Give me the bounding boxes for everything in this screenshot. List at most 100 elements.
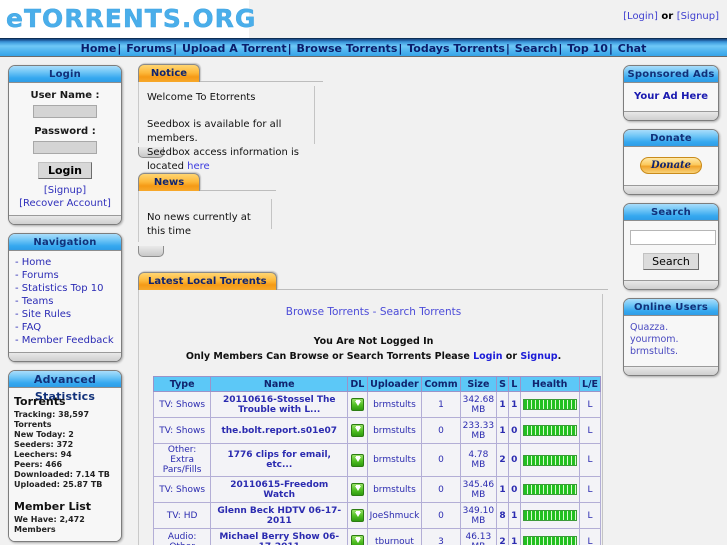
cell-name[interactable]: 20110615-Freedom Watch (210, 476, 349, 503)
table-row[interactable]: TV: Shows 20110616-Stossel The Trouble w… (152, 391, 602, 418)
nav-item-browse-torrents[interactable]: Browse Torrents (296, 42, 397, 55)
cell-health (519, 528, 580, 545)
ad-placeholder-text[interactable]: Your Ad Here (624, 83, 718, 111)
col-header-le[interactable]: L/E (578, 376, 602, 392)
members-login-link[interactable]: Login (473, 351, 502, 362)
notice-panel-tab[interactable]: Notice (138, 64, 200, 82)
cell-uploader[interactable]: JoeShmuck (366, 502, 423, 529)
cell-name[interactable]: Michael Berry Show 06-17-2011 (210, 528, 349, 545)
stats-member-heading: Member List (14, 500, 92, 513)
cell-dl[interactable] (347, 476, 368, 503)
cell-dl[interactable] (347, 417, 368, 444)
cell-uploader[interactable]: brmstults (366, 476, 423, 503)
members-message-mid: or (502, 351, 521, 362)
online-user-brmstults[interactable]: brmstults. (630, 346, 678, 357)
login-submit-button[interactable]: Login (37, 162, 93, 179)
cell-seeders: 1 (496, 476, 509, 503)
col-header-seeders[interactable]: S (496, 376, 509, 392)
cell-health (519, 443, 580, 477)
table-row[interactable]: TV: HD Glenn Beck HDTV 06-17-2011 JoeShm… (152, 502, 602, 529)
not-logged-in-message: You Are Not Logged In (313, 336, 434, 347)
cell-dl[interactable] (347, 502, 368, 529)
latest-torrents-tab[interactable]: Latest Local Torrents (138, 272, 277, 290)
cell-dl[interactable] (347, 391, 368, 418)
sidebar-item-site-rules[interactable]: - Site Rules (15, 308, 117, 321)
sidebar-item-member-feedback[interactable]: - Member Feedback (15, 334, 117, 347)
col-header-type[interactable]: Type (152, 376, 212, 392)
main-column: Notice Welcome To Etorrents Seedbox is a… (130, 57, 615, 545)
cell-name[interactable]: 20110616-Stossel The Trouble with L... (210, 391, 349, 418)
cell-le: L (578, 391, 602, 418)
download-icon[interactable] (350, 483, 364, 496)
table-row[interactable]: TV: Shows the.bolt.report.s01e07 brmstul… (152, 417, 602, 444)
cell-name[interactable]: 1776 clips for email, etc... (210, 443, 349, 477)
nav-item-chat[interactable]: Chat (618, 42, 647, 55)
cell-uploader[interactable]: brmstults (366, 443, 423, 477)
cell-uploader[interactable]: brmstults (366, 391, 423, 418)
sidebar-item-faq[interactable]: - FAQ (15, 321, 117, 334)
col-header-uploader[interactable]: Uploader (366, 376, 423, 392)
signup-link[interactable]: [Signup] (677, 11, 719, 22)
nav-item-top-10[interactable]: Top 10 (567, 42, 608, 55)
cell-name[interactable]: the.bolt.report.s01e07 (210, 417, 349, 444)
cell-type[interactable]: Audio: Other (152, 528, 212, 545)
sidebar-item-statistics-top-10[interactable]: - Statistics Top 10 (15, 282, 117, 295)
browse-torrents-link[interactable]: Browse Torrents (286, 306, 370, 318)
search-input[interactable] (630, 230, 716, 245)
username-input[interactable] (33, 105, 97, 118)
download-icon[interactable] (350, 424, 364, 437)
sidebar-item-home[interactable]: - Home (15, 256, 117, 269)
notice-divider (314, 86, 315, 144)
download-icon[interactable] (350, 398, 364, 411)
cell-leechers: 0 (508, 476, 521, 503)
col-header-dl[interactable]: DL (347, 376, 368, 392)
notice-here-link[interactable]: here (187, 161, 210, 172)
news-panel-body: No news currently at this time (138, 190, 276, 242)
cell-type[interactable]: Other: Extra Pars/Fills (152, 443, 212, 477)
nav-sep: | (173, 42, 178, 55)
cell-type[interactable]: TV: Shows (152, 476, 212, 503)
nav-item-upload-a-torrent[interactable]: Upload A Torrent (182, 42, 287, 55)
online-user-quazza[interactable]: Quazza. (630, 322, 668, 333)
cell-dl[interactable] (347, 443, 368, 477)
col-header-size[interactable]: Size (459, 376, 498, 392)
recover-account-link[interactable]: [Recover Account] (14, 198, 116, 209)
sidebar-item-forums[interactable]: - Forums (15, 269, 117, 282)
cell-type[interactable]: TV: Shows (152, 417, 212, 444)
search-button[interactable]: Search (643, 253, 699, 270)
download-icon[interactable] (350, 509, 364, 522)
nav-item-search[interactable]: Search (515, 42, 558, 55)
table-row[interactable]: Other: Extra Pars/Fills 1776 clips for e… (152, 443, 602, 477)
members-signup-link[interactable]: Signup (520, 351, 557, 362)
download-icon[interactable] (350, 453, 364, 467)
donate-panel-footer (624, 185, 718, 194)
table-row[interactable]: TV: Shows 20110615-Freedom Watch brmstul… (152, 476, 602, 503)
nav-item-forums[interactable]: Forums (126, 42, 172, 55)
col-header-health[interactable]: Health (519, 376, 580, 392)
cell-type[interactable]: TV: Shows (152, 391, 212, 418)
news-panel-tab[interactable]: News (138, 173, 200, 191)
signup-sidebar-link[interactable]: [Signup] (14, 185, 116, 196)
sidebar-item-teams[interactable]: - Teams (15, 295, 117, 308)
donate-button[interactable]: Donate (640, 157, 702, 174)
nav-item-home[interactable]: Home (81, 42, 117, 55)
cell-name[interactable]: Glenn Beck HDTV 06-17-2011 (210, 502, 349, 529)
password-input[interactable] (33, 141, 97, 154)
table-row[interactable]: Audio: Other Michael Berry Show 06-17-20… (152, 528, 602, 545)
nav-item-todays-torrents[interactable]: Todays Torrents (407, 42, 505, 55)
left-sidebar: Login User Name : Password : Login [Sign… (0, 57, 130, 544)
search-torrents-link[interactable]: Search Torrents (380, 306, 461, 318)
cell-uploader[interactable]: tburnout (366, 528, 423, 545)
col-header-name[interactable]: Name (210, 376, 349, 392)
site-logo[interactable]: eTORRENTS.ORG (6, 5, 256, 32)
col-header-comm[interactable]: Comm (421, 376, 461, 392)
online-user-yourmom[interactable]: yourmom. (630, 334, 679, 345)
download-icon[interactable] (350, 535, 364, 545)
notice-panel: Notice Welcome To Etorrents Seedbox is a… (138, 63, 615, 172)
cell-uploader[interactable]: brmstults (366, 417, 423, 444)
cell-type[interactable]: TV: HD (152, 502, 212, 529)
cell-dl[interactable] (347, 528, 368, 545)
login-link[interactable]: [Login] (623, 11, 658, 22)
cell-size: 349.10 MB (459, 502, 498, 529)
col-header-leechers[interactable]: L (508, 376, 521, 392)
